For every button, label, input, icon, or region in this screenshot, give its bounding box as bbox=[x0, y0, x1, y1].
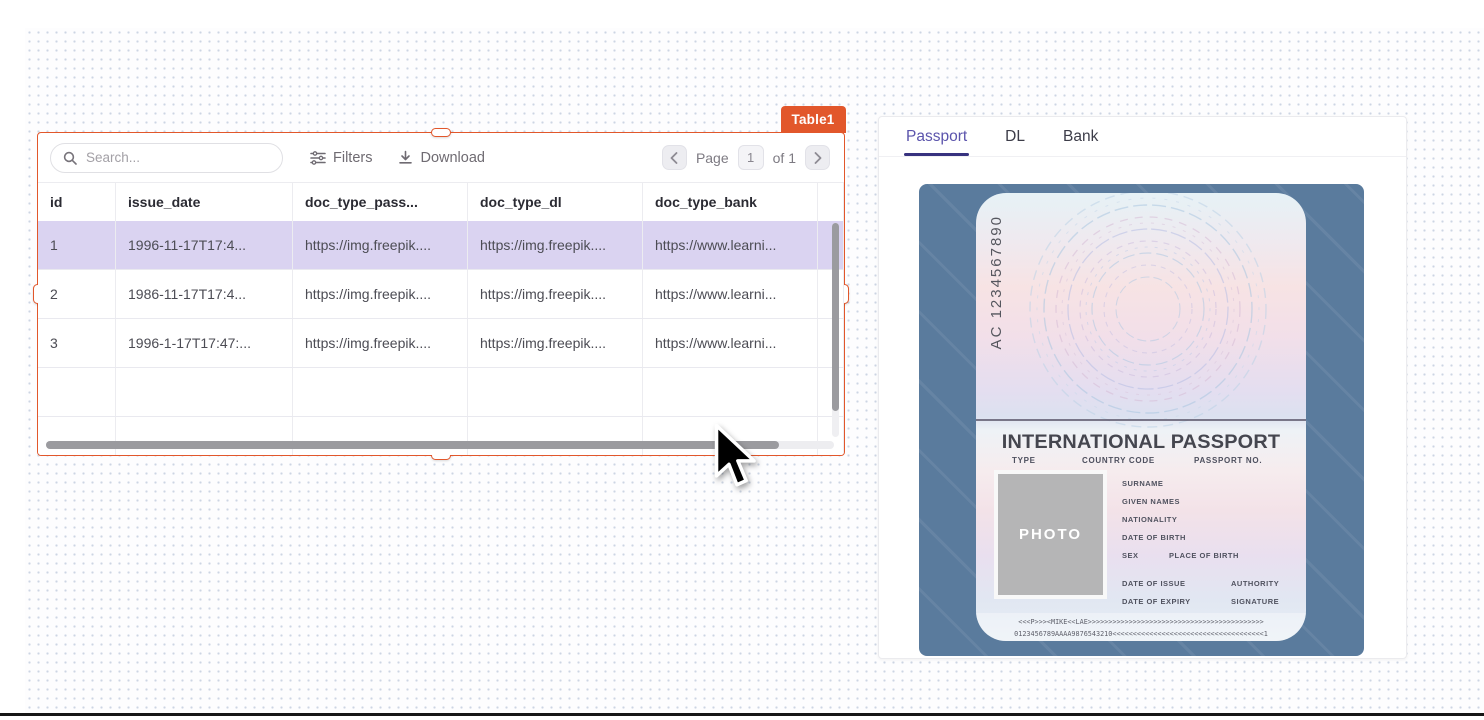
photo-label: PHOTO bbox=[1019, 526, 1082, 543]
passport-no-label: PASSPORT NO. bbox=[1194, 456, 1262, 465]
table-cell[interactable]: 2 bbox=[38, 270, 116, 318]
signature-label: SIGNATURE bbox=[1231, 597, 1279, 606]
table-cell[interactable] bbox=[293, 417, 468, 455]
table-cell[interactable]: https://img.freepik.... bbox=[468, 221, 643, 269]
passport-page: AC 1234567890 bbox=[976, 193, 1306, 641]
place-of-birth-label: PLACE OF BIRTH bbox=[1169, 551, 1239, 560]
table-cell-filler bbox=[818, 221, 844, 269]
table-cell[interactable]: https://www.learni... bbox=[643, 270, 818, 318]
search-input[interactable] bbox=[84, 149, 270, 166]
table-cell[interactable] bbox=[468, 417, 643, 455]
table-cell[interactable] bbox=[116, 417, 293, 455]
table-cell-filler bbox=[818, 270, 844, 318]
table-cell[interactable]: 3 bbox=[38, 319, 116, 367]
mouse-cursor bbox=[712, 423, 758, 493]
table-cell[interactable]: 1996-11-17T17:4... bbox=[116, 221, 293, 269]
search-input-wrapper[interactable] bbox=[50, 143, 283, 173]
mrz-line-1: <<<P>>><MIKE<<LAE>>>>>>>>>>>>>>>>>>>>>>>… bbox=[976, 616, 1306, 628]
page-number-box[interactable]: 1 bbox=[738, 145, 764, 170]
table-cell[interactable]: https://img.freepik.... bbox=[293, 221, 468, 269]
tab-bank[interactable]: Bank bbox=[1063, 117, 1098, 156]
table-cell[interactable] bbox=[643, 368, 818, 416]
table-row[interactable]: 31996-1-17T17:47:...https://img.freepik.… bbox=[38, 319, 844, 368]
passport-field-label: NATIONALITY bbox=[1122, 515, 1177, 524]
download-icon bbox=[398, 150, 413, 165]
passport-title: INTERNATIONAL PASSPORT bbox=[976, 431, 1306, 454]
type-label: TYPE bbox=[1012, 456, 1036, 465]
table-toolbar: Filters Download Page 1 bbox=[38, 133, 844, 183]
column-header[interactable]: doc_type_pass... bbox=[293, 183, 468, 221]
pagination: Page 1 of 1 bbox=[662, 145, 830, 170]
date-of-expiry-label: DATE OF EXPIRY bbox=[1122, 597, 1191, 606]
table-cell-filler bbox=[818, 417, 844, 455]
tab-dl[interactable]: DL bbox=[1005, 117, 1025, 156]
mrz-line-2: 0123456789AAAA9876543210<<<<<<<<<<<<<<<<… bbox=[976, 628, 1306, 640]
tab-passport[interactable]: Passport bbox=[906, 117, 967, 156]
widget-name-tag[interactable]: Table1 bbox=[781, 106, 846, 133]
next-page-button[interactable] bbox=[805, 145, 830, 170]
authority-label: AUTHORITY bbox=[1231, 579, 1279, 588]
vertical-scrollbar-thumb[interactable] bbox=[832, 223, 839, 411]
table-row[interactable]: 21986-11-17T17:4...https://img.freepik..… bbox=[38, 270, 844, 319]
photo-placeholder: PHOTO bbox=[994, 470, 1107, 599]
table-cell[interactable]: https://www.learni... bbox=[643, 221, 818, 269]
passport-field-label: SURNAME bbox=[1122, 479, 1163, 488]
column-header-filler bbox=[818, 183, 844, 221]
passport-image: AC 1234567890 bbox=[919, 184, 1364, 656]
table-cell[interactable]: https://img.freepik.... bbox=[468, 319, 643, 367]
table-cell-filler bbox=[818, 368, 844, 416]
page-label: Page bbox=[696, 150, 729, 166]
table-cell[interactable] bbox=[38, 368, 116, 416]
table-header-row: idissue_datedoc_type_pass...doc_type_dld… bbox=[38, 183, 844, 222]
prev-page-button[interactable] bbox=[662, 145, 687, 170]
table-cell[interactable]: https://img.freepik.... bbox=[293, 270, 468, 318]
table-row[interactable] bbox=[38, 368, 844, 417]
app-builder-canvas: Table1 Filters bbox=[0, 0, 1484, 720]
column-header[interactable]: issue_date bbox=[116, 183, 293, 221]
table-cell[interactable]: https://img.freepik.... bbox=[468, 270, 643, 318]
table-inner: Filters Download Page 1 bbox=[38, 133, 844, 455]
column-header[interactable]: id bbox=[38, 183, 116, 221]
table-cell[interactable] bbox=[116, 368, 293, 416]
passport-field-label: DATE OF BIRTH bbox=[1122, 533, 1186, 542]
table-body: 11996-11-17T17:4...https://img.freepik..… bbox=[38, 221, 844, 455]
table-widget[interactable]: Table1 Filters bbox=[37, 132, 845, 456]
filters-icon bbox=[310, 151, 326, 165]
chevron-left-icon bbox=[670, 152, 678, 164]
table-cell[interactable] bbox=[293, 368, 468, 416]
window-bottom-edge bbox=[0, 713, 1484, 716]
sex-label: SEX bbox=[1122, 551, 1139, 560]
horizontal-scrollbar-thumb[interactable] bbox=[46, 441, 779, 449]
page-total-label: of 1 bbox=[773, 150, 796, 166]
guilloche-rosette bbox=[998, 193, 1298, 437]
passport-mrz: <<<P>>><MIKE<<LAE>>>>>>>>>>>>>>>>>>>>>>>… bbox=[976, 613, 1306, 641]
filters-button[interactable]: Filters bbox=[310, 150, 372, 166]
country-code-label: COUNTRY CODE bbox=[1082, 456, 1155, 465]
download-label: Download bbox=[420, 150, 485, 166]
passport-field-label: GIVEN NAMES bbox=[1122, 497, 1180, 506]
table-row[interactable]: 11996-11-17T17:4...https://img.freepik..… bbox=[38, 221, 844, 270]
vertical-scrollbar[interactable] bbox=[832, 223, 839, 437]
table-cell[interactable] bbox=[38, 417, 116, 455]
table-cell[interactable]: 1 bbox=[38, 221, 116, 269]
filters-label: Filters bbox=[333, 150, 372, 166]
download-button[interactable]: Download bbox=[398, 150, 485, 166]
table-cell[interactable]: 1996-1-17T17:47:... bbox=[116, 319, 293, 367]
chevron-right-icon bbox=[814, 152, 822, 164]
date-of-issue-label: DATE OF ISSUE bbox=[1122, 579, 1185, 588]
document-tabs-container: Passport DL Bank AC 1234567890 bbox=[878, 116, 1407, 659]
column-header[interactable]: doc_type_bank bbox=[643, 183, 818, 221]
column-header[interactable]: doc_type_dl bbox=[468, 183, 643, 221]
table-cell-filler bbox=[818, 319, 844, 367]
table-cell[interactable] bbox=[468, 368, 643, 416]
table-cell[interactable]: https://img.freepik.... bbox=[293, 319, 468, 367]
passport-fold-line bbox=[976, 419, 1306, 421]
tab-bar: Passport DL Bank bbox=[879, 117, 1406, 157]
search-icon bbox=[63, 151, 77, 165]
table-cell[interactable]: https://www.learni... bbox=[643, 319, 818, 367]
table-cell[interactable]: 1986-11-17T17:4... bbox=[116, 270, 293, 318]
